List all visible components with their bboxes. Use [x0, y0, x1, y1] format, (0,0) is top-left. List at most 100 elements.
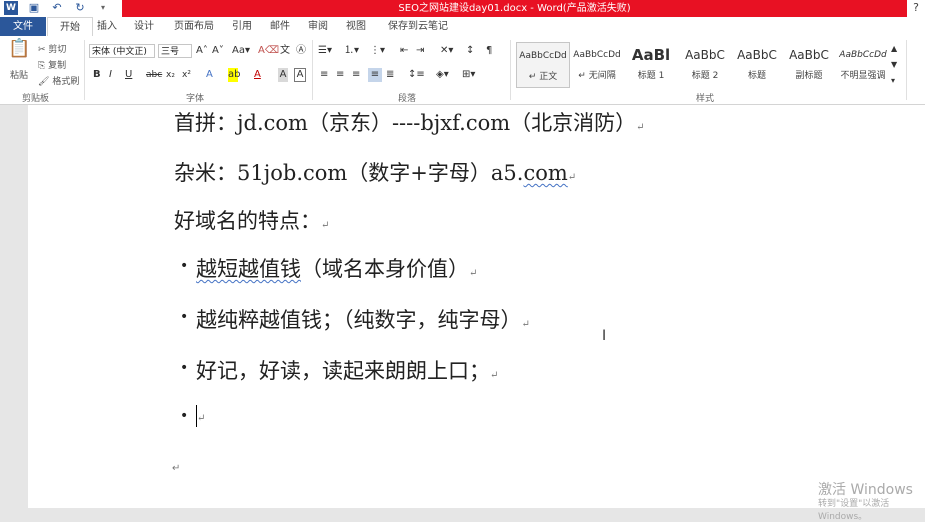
multilevel-list-icon[interactable]: ⋮▾ — [370, 44, 385, 58]
bullet-icon: • — [180, 360, 189, 376]
format-painter-button[interactable]: 🖌 格式刷 — [38, 74, 79, 87]
word-logo-icon: W — [4, 1, 18, 15]
style-name: 不明显强调 — [840, 71, 886, 81]
style-subtle-emphasis[interactable]: AaBbCcDd 不明显强调 — [836, 42, 890, 88]
shrink-font-icon[interactable]: A˅ — [212, 44, 224, 58]
bullet-item-2[interactable]: 越纯粹越值钱；（纯数字，纯字母）↵ — [196, 304, 530, 334]
style-preview: AaBbCcDd — [839, 50, 887, 60]
tab-design[interactable]: 设计 — [130, 17, 158, 36]
underline-button[interactable]: U — [125, 68, 132, 82]
bold-button[interactable]: B — [93, 68, 101, 82]
char-shading-icon[interactable]: A — [278, 68, 288, 82]
cut-label: 剪切 — [48, 45, 67, 55]
grow-font-icon[interactable]: A˄ — [196, 44, 208, 58]
align-left-icon[interactable]: ≡ — [320, 68, 328, 82]
tab-home[interactable]: 开始 — [47, 17, 93, 37]
style-heading2[interactable]: AaBbC 标题 2 — [678, 42, 732, 88]
font-color-icon[interactable]: A — [254, 68, 261, 82]
cut-button[interactable]: ✂ 剪切 — [38, 42, 66, 55]
style-name: 标题 2 — [691, 71, 719, 81]
doc-line-2[interactable]: 杂米：51job.com（数字+字母）a5.com↵ — [174, 157, 576, 187]
customize-qat-icon[interactable]: ▾ — [96, 1, 110, 15]
bullet-icon: • — [180, 258, 189, 274]
style-preview: AaBbC — [789, 48, 829, 62]
redo-icon[interactable]: ↻ — [73, 1, 87, 15]
style-no-spacing[interactable]: AaBbCcDd ↵ 无间隔 — [570, 42, 624, 88]
scissors-icon: ✂ — [38, 45, 46, 55]
styles-scroll-down-icon[interactable]: ▼ — [891, 58, 897, 72]
change-case-icon[interactable]: Aa▾ — [232, 44, 250, 58]
copy-button[interactable]: ⎘ 复制 — [38, 58, 66, 71]
doc-line-3[interactable]: 好域名的特点：↵ — [174, 205, 329, 235]
chinese-layout-icon[interactable]: ✕▾ — [440, 44, 453, 58]
quick-access-toolbar: W ▣ ↶ ↻ ▾ — [4, 1, 110, 15]
clear-format-icon[interactable]: A⌫ — [258, 44, 279, 58]
spelling-error-text: 越短越值钱 — [196, 257, 301, 281]
spelling-error-text: com — [523, 161, 568, 185]
tab-mailings[interactable]: 邮件 — [266, 17, 294, 36]
styles-scroll-up-icon[interactable]: ▲ — [891, 42, 897, 56]
line-text: 首拼：jd.com（京东）----bjxf.com（北京消防） — [174, 111, 637, 135]
strikethrough-button[interactable]: abc — [146, 68, 162, 82]
char-border-icon[interactable]: A — [294, 68, 306, 82]
tab-insert[interactable]: 插入 — [93, 17, 121, 36]
paragraph-mark-icon: ↵ — [197, 413, 206, 424]
line-spacing-icon[interactable]: ↕≡ — [408, 68, 425, 82]
line-text: （域名本身价值） — [301, 257, 469, 281]
superscript-button[interactable]: x² — [182, 68, 191, 82]
borders-icon[interactable]: ⊞▾ — [462, 68, 475, 82]
distributed-icon[interactable]: ≣ — [386, 68, 394, 82]
title-bar: W ▣ ↶ ↻ ▾ SEO之网站建设day01.docx - Word(产品激活… — [0, 0, 925, 17]
shading-icon[interactable]: ◈▾ — [436, 68, 449, 82]
paste-icon[interactable]: 📋 — [8, 40, 30, 64]
bullets-icon[interactable]: ☰▾ — [318, 44, 332, 58]
help-button[interactable]: ? — [913, 1, 919, 14]
undo-icon[interactable]: ↶ — [50, 1, 64, 15]
tab-page-layout[interactable]: 页面布局 — [170, 17, 218, 36]
tab-view[interactable]: 视图 — [342, 17, 370, 36]
style-name: 标题 — [747, 71, 766, 81]
align-right-icon[interactable]: ≡ — [352, 68, 360, 82]
tab-references[interactable]: 引用 — [228, 17, 256, 36]
italic-button[interactable]: I — [109, 68, 112, 82]
bullet-item-4[interactable]: ↵ — [196, 402, 205, 427]
styles-group-label: 样式 — [696, 94, 715, 104]
style-name: ↵ 无间隔 — [578, 71, 616, 81]
decrease-indent-icon[interactable]: ⇤ — [400, 44, 408, 58]
tab-file[interactable]: 文件 — [0, 17, 46, 36]
bullet-item-3[interactable]: 好记，好读，读起来朗朗上口；↵ — [196, 355, 498, 385]
enclose-char-icon[interactable]: Ⓐ — [296, 44, 306, 58]
line-text: 好记，好读，读起来朗朗上口； — [196, 359, 490, 383]
paste-button[interactable]: 粘贴 — [10, 68, 28, 81]
bullet-item-1[interactable]: 越短越值钱（域名本身价值）↵ — [196, 253, 477, 283]
styles-more-icon[interactable]: ▾ — [891, 74, 895, 88]
save-icon[interactable]: ▣ — [27, 1, 41, 15]
style-subtitle[interactable]: AaBbC 副标题 — [782, 42, 836, 88]
tab-save-cloud-note[interactable]: 保存到云笔记 — [383, 17, 453, 36]
sort-icon[interactable]: ↕ — [466, 44, 474, 58]
align-center-icon[interactable]: ≡ — [336, 68, 344, 82]
style-heading1[interactable]: AaBl 标题 1 — [624, 42, 678, 88]
subscript-button[interactable]: x₂ — [166, 68, 175, 82]
font-size-select[interactable]: 三号 — [158, 44, 192, 58]
ribbon-tabs: 文件 开始 插入 设计 页面布局 引用 邮件 审阅 视图 保存到云笔记 — [0, 17, 925, 37]
style-name: 标题 1 — [637, 71, 665, 81]
text-effects-icon[interactable]: A — [206, 68, 213, 82]
font-name-select[interactable]: 宋体 (中文正⁠) — [89, 44, 155, 58]
doc-line-1[interactable]: 首拼：jd.com（京东）----bjxf.com（北京消防）↵ — [174, 107, 645, 137]
justify-icon[interactable]: ≡ — [368, 68, 382, 82]
activate-windows-hint: 转到"设置"以激活 Windows。 — [818, 499, 890, 522]
font-group-label: 字体 — [186, 94, 205, 104]
numbering-icon[interactable]: ⒈▾ — [344, 44, 359, 58]
show-marks-icon[interactable]: ¶ — [486, 44, 492, 58]
highlight-icon[interactable]: ab — [228, 68, 240, 82]
window-title: SEO之网站建设day01.docx - Word(产品激活失败) — [122, 0, 907, 17]
tab-review[interactable]: 审阅 — [304, 17, 332, 36]
style-title[interactable]: AaBbC 标题 — [730, 42, 784, 88]
style-name: ↵ 正文 — [528, 72, 558, 82]
style-preview: AaBl — [631, 46, 671, 64]
style-normal[interactable]: AaBbCcDd ↵ 正文 — [516, 42, 570, 88]
increase-indent-icon[interactable]: ⇥ — [416, 44, 424, 58]
phonetic-guide-icon[interactable]: 文 — [280, 44, 290, 58]
bullet-icon: • — [180, 309, 189, 325]
